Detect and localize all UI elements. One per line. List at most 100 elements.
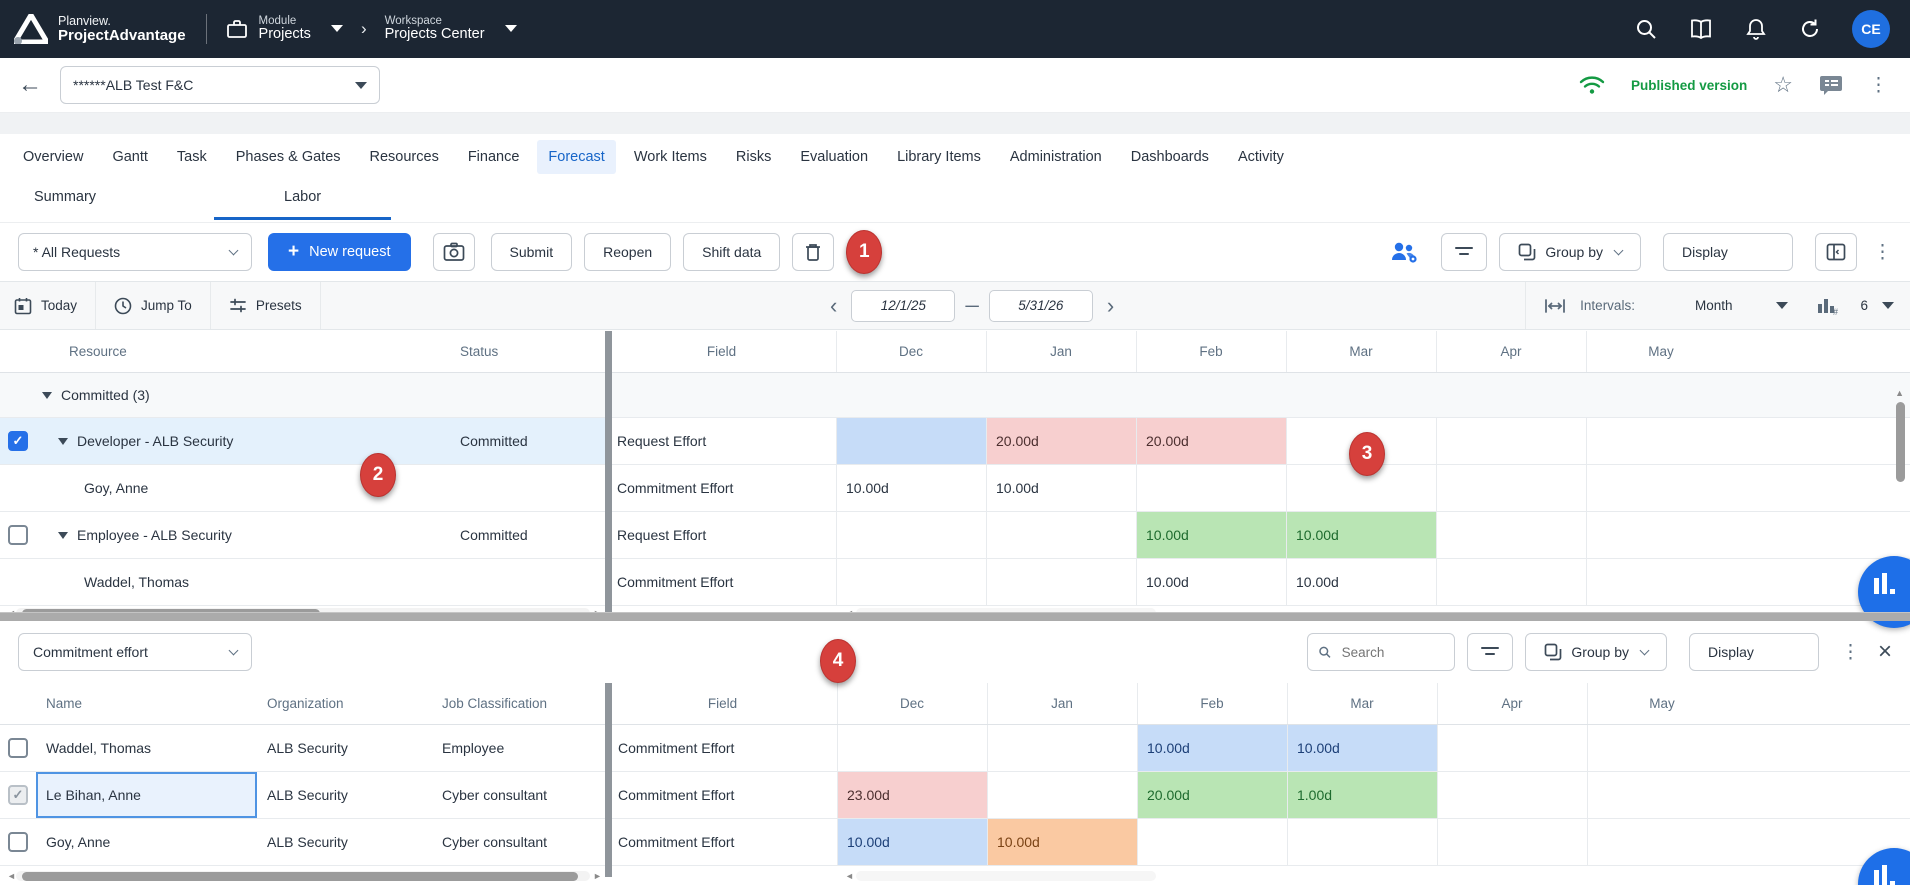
col-apr[interactable]: Apr [1436,331,1586,372]
tab-evaluation[interactable]: Evaluation [789,140,879,174]
search-icon[interactable] [1634,17,1658,41]
cell-dec[interactable] [836,559,986,605]
search-box[interactable] [1307,633,1455,671]
date-to-input[interactable] [989,290,1093,322]
row-checkbox[interactable] [8,738,28,758]
user-avatar[interactable]: CE [1852,10,1890,48]
tab-activity[interactable]: Activity [1227,140,1295,174]
group-by-button-bottom[interactable]: Group by [1525,633,1667,671]
cell-may[interactable] [1586,559,1736,605]
cell-may[interactable] [1586,512,1736,558]
col-organization[interactable]: Organization [257,683,432,724]
cell-feb[interactable] [1137,819,1287,865]
cell-feb[interactable]: 10.00d [1136,512,1286,558]
cell-jan[interactable]: 20.00d [986,418,1136,464]
col-job-classification[interactable]: Job Classification [432,683,606,724]
field-filter-select[interactable]: Commitment effort [18,633,252,671]
cell-mar[interactable] [1287,819,1437,865]
col-may[interactable]: May [1587,683,1737,724]
display-button-bottom[interactable]: Display [1689,633,1819,671]
col-jan[interactable]: Jan [986,331,1136,372]
planview-logo[interactable]: Planview. ProjectAdvantage [0,14,202,44]
tab-resources[interactable]: Resources [359,140,450,174]
subtab-labor[interactable]: Labor [214,179,391,220]
cell-apr[interactable] [1437,772,1587,818]
feedback-icon[interactable] [1819,74,1843,96]
cell-dec[interactable] [837,725,987,771]
row-checkbox[interactable] [8,431,28,451]
col-field[interactable]: Field [605,331,836,372]
cell-mar[interactable]: 1.00d [1287,772,1437,818]
table-row-goy-anne[interactable]: Goy, Anne Commitment Effort 10.00d 10.00… [0,465,1910,512]
vertical-scroll-thumb[interactable] [1896,402,1905,482]
col-field[interactable]: Field [606,683,837,724]
tab-library-items[interactable]: Library Items [886,140,992,174]
submit-button[interactable]: Submit [491,233,573,271]
cell-may[interactable] [1587,772,1737,818]
more-options-kebab-icon[interactable]: ⋮ [1869,76,1888,95]
cell-feb[interactable]: 10.00d [1136,559,1286,605]
cell-dec[interactable]: 10.00d [837,819,987,865]
interval-value[interactable]: Month [1695,298,1733,313]
presets-button[interactable]: Presets [211,282,321,329]
cell-jan[interactable] [986,559,1136,605]
table-row-waddel[interactable]: Waddel, Thomas ALB Security Employee Com… [0,725,1910,772]
previous-period-icon[interactable]: ‹ [826,293,841,319]
cell-jan[interactable]: 10.00d [986,465,1136,511]
cell-feb[interactable]: 20.00d [1136,418,1286,464]
cell-apr[interactable] [1436,465,1586,511]
row-checkbox[interactable] [8,525,28,545]
cell-apr[interactable] [1437,819,1587,865]
tab-gantt[interactable]: Gantt [101,140,158,174]
refresh-icon[interactable] [1798,17,1822,41]
filter-button[interactable] [1441,233,1487,271]
col-jan[interactable]: Jan [987,683,1137,724]
tab-overview[interactable]: Overview [12,140,94,174]
display-button[interactable]: Display [1663,233,1793,271]
cell-jan[interactable]: 10.00d [987,819,1137,865]
col-apr[interactable]: Apr [1437,683,1587,724]
tab-risks[interactable]: Risks [725,140,782,174]
cell-dec[interactable]: 23.00d [837,772,987,818]
tab-work-items[interactable]: Work Items [623,140,718,174]
col-dec[interactable]: Dec [836,331,986,372]
reopen-button[interactable]: Reopen [584,233,671,271]
requests-filter-select[interactable]: * All Requests [18,233,252,271]
group-by-button[interactable]: Group by [1499,233,1641,271]
interval-count-chevron-icon[interactable] [1882,302,1894,309]
scroll-up-icon[interactable]: ▲ [1895,388,1904,398]
toolbar-kebab-icon[interactable]: ⋮ [1873,243,1892,262]
cell-may[interactable] [1586,418,1736,464]
tab-task[interactable]: Task [166,140,218,174]
subtab-summary[interactable]: Summary [34,179,96,217]
cell-jan[interactable] [987,772,1137,818]
col-mar[interactable]: Mar [1287,683,1437,724]
row-checkbox[interactable] [8,785,28,805]
bottom-grid-hscrollbar[interactable]: ◄ ► ◄ [0,869,1910,883]
cell-feb[interactable] [1136,465,1286,511]
collapse-panel-button[interactable] [1815,233,1857,271]
col-feb[interactable]: Feb [1136,331,1286,372]
module-switcher[interactable]: Module Projects [225,15,343,44]
cell-apr[interactable] [1436,512,1586,558]
scroll-left-icon[interactable]: ◄ [842,872,857,881]
tab-finance[interactable]: Finance [457,140,531,174]
cell-dec[interactable] [836,418,986,464]
table-row-employee[interactable]: Employee - ALB Security Committed Reques… [0,512,1910,559]
tab-forecast[interactable]: Forecast [537,140,615,174]
row-checkbox[interactable] [8,832,28,852]
project-selector[interactable]: ******ALB Test F&C [60,66,380,104]
cell-feb[interactable]: 10.00d [1137,725,1287,771]
col-resource[interactable]: Resource [36,331,450,372]
search-input[interactable] [1340,644,1445,661]
cell-dec[interactable] [836,512,986,558]
horizontal-pane-splitter[interactable] [0,612,1910,621]
favorite-star-icon[interactable]: ☆ [1773,72,1793,98]
close-panel-icon[interactable]: × [1878,638,1892,666]
cell-may[interactable] [1587,819,1737,865]
jump-to-button[interactable]: Jump To [96,282,211,329]
tab-phases-gates[interactable]: Phases & Gates [225,140,352,174]
cell-apr[interactable] [1437,725,1587,771]
vertical-pane-splitter[interactable] [605,331,612,612]
col-feb[interactable]: Feb [1137,683,1287,724]
